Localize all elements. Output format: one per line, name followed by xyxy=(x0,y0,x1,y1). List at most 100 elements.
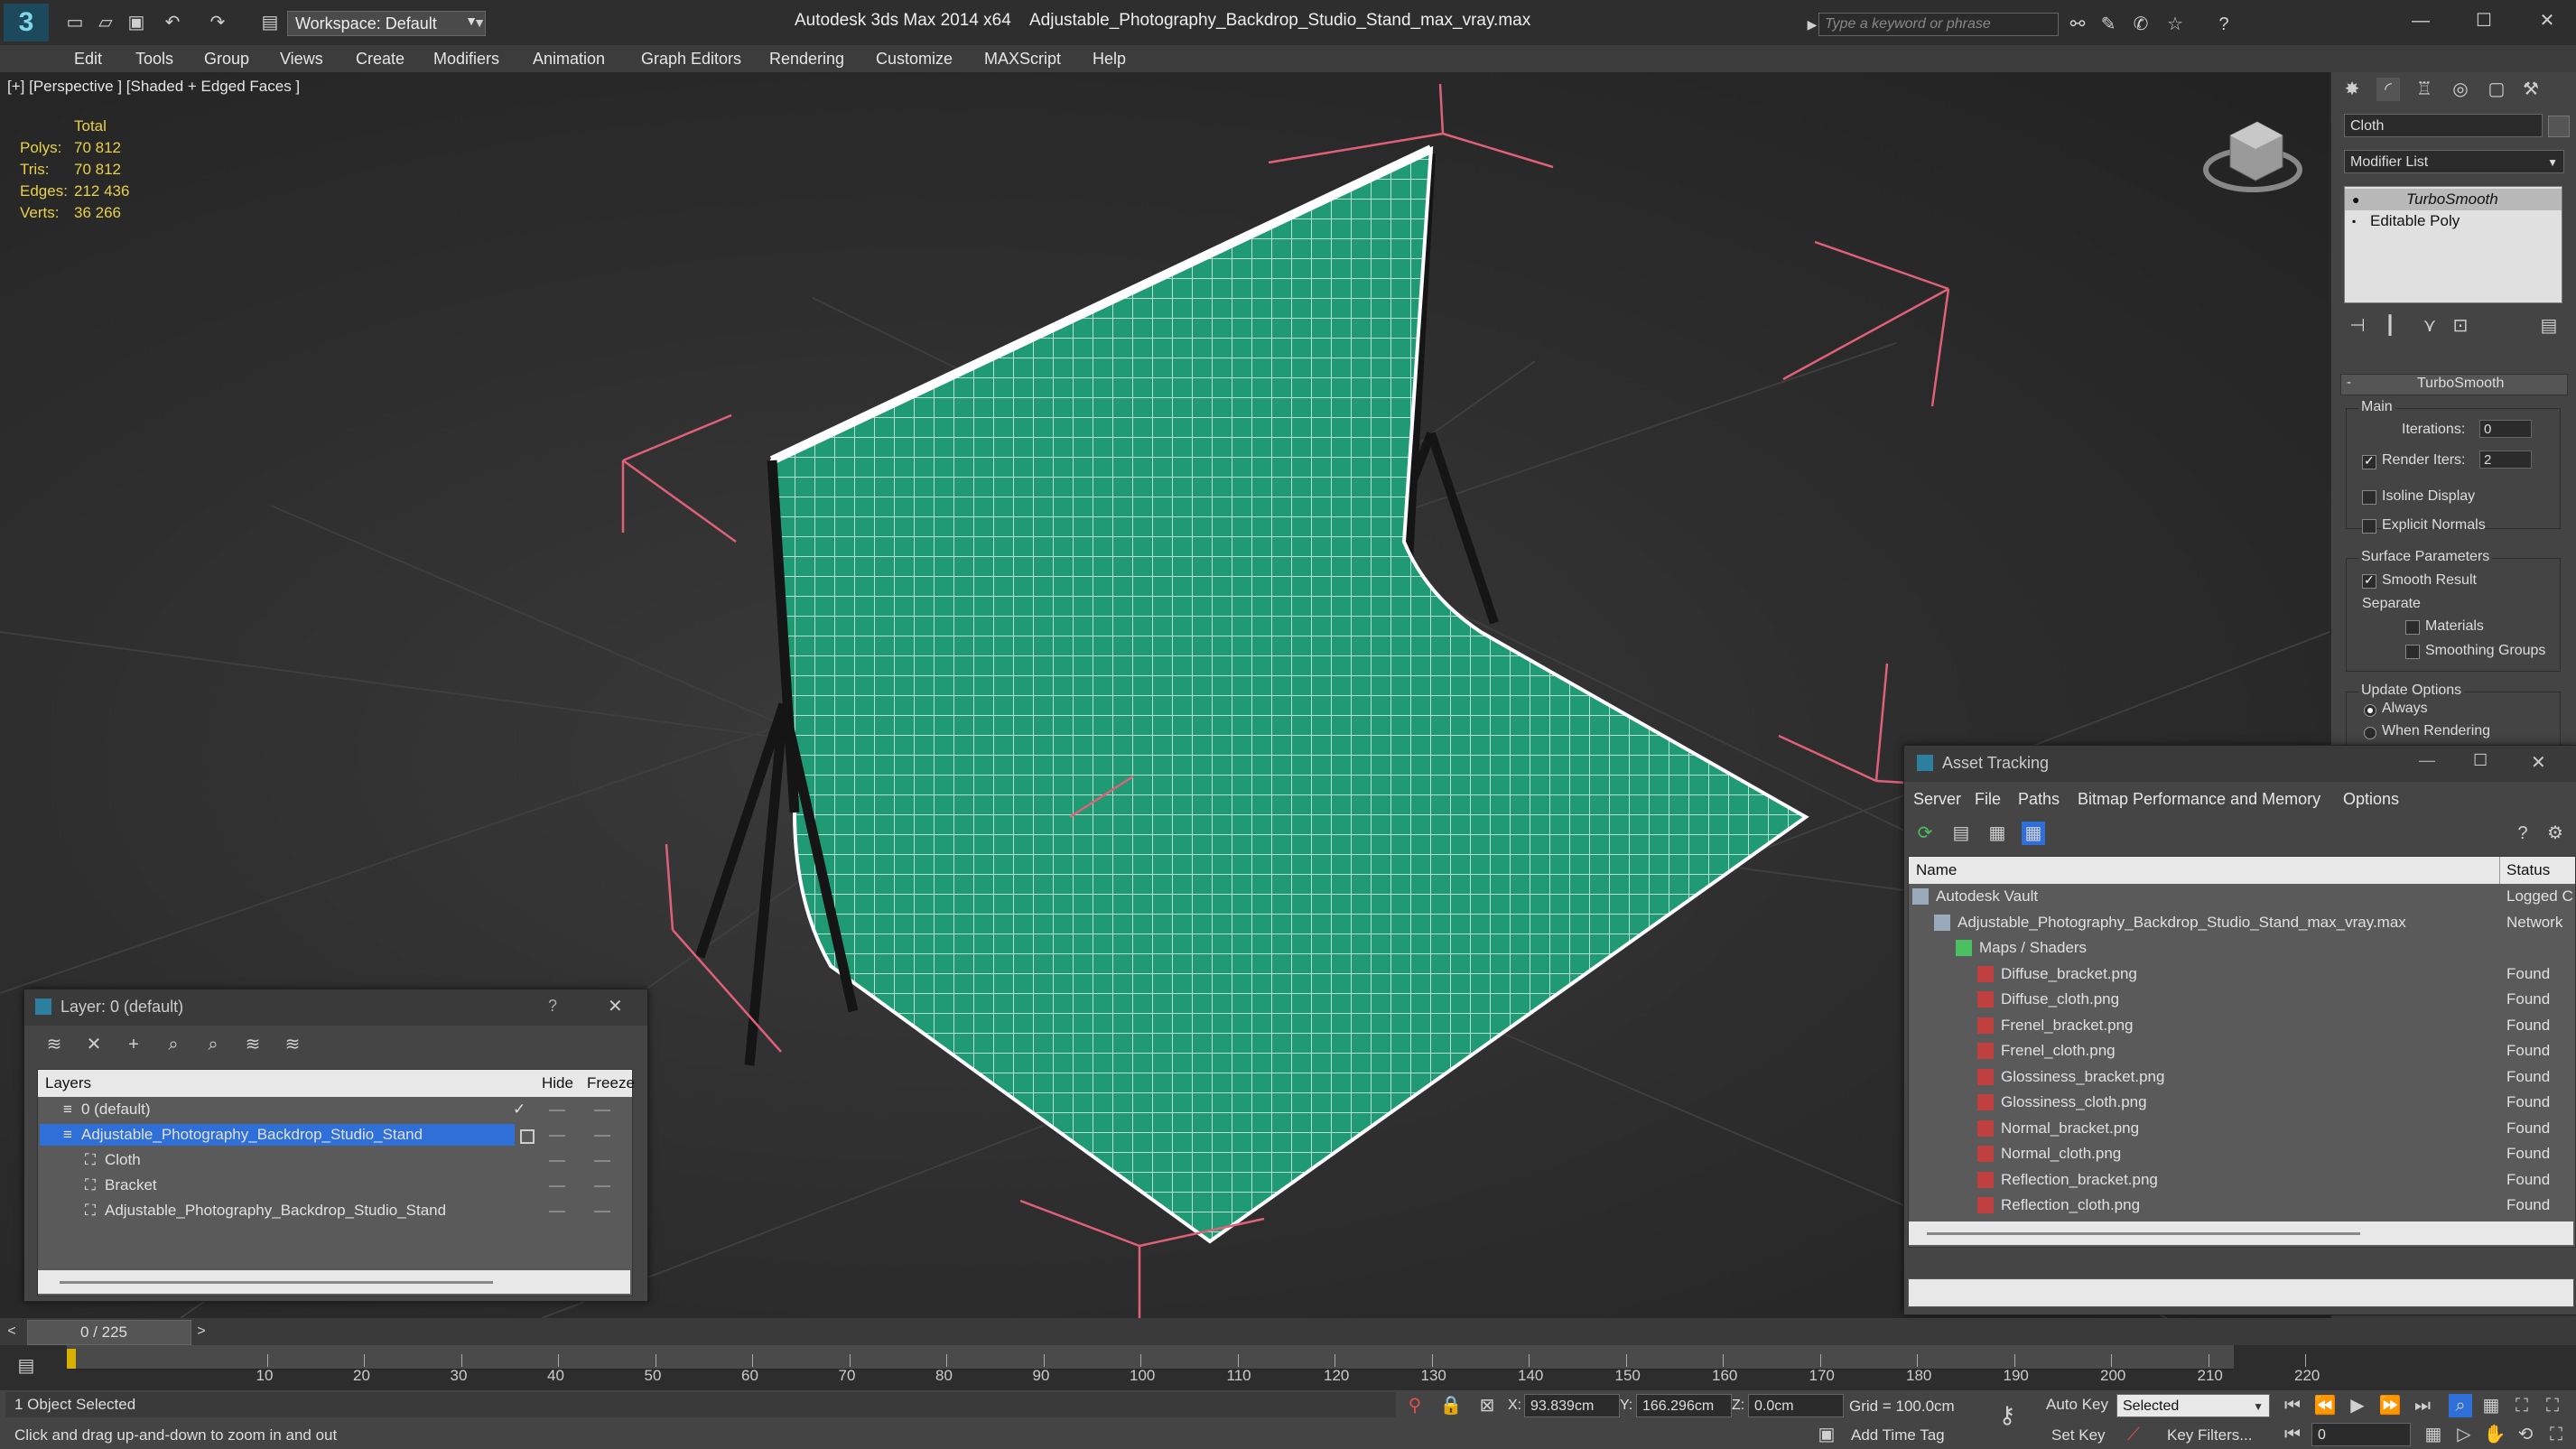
motion-tab-icon[interactable]: ◎ xyxy=(2449,78,2472,101)
name-header[interactable]: Name xyxy=(1916,861,1957,879)
layer-row[interactable]: ⛶ Adjustable_Photography_Backdrop_Studio… xyxy=(38,1198,632,1223)
asset-row[interactable]: Frenel_bracket.png Found xyxy=(1909,1013,2575,1038)
asset-row[interactable]: Adjustable_Photography_Backdrop_Studio_S… xyxy=(1909,910,2575,935)
current-frame-marker[interactable] xyxy=(67,1349,76,1369)
layer-row-selected[interactable]: ≡ Adjustable_Photography_Backdrop_Studio… xyxy=(38,1122,632,1147)
utilities-tab-icon[interactable]: ⚒ xyxy=(2519,78,2543,101)
maximize-icon[interactable]: ☐ xyxy=(2473,751,2488,770)
viewcube[interactable] xyxy=(2203,121,2302,192)
asset-row[interactable]: Maps / Shaders xyxy=(1909,935,2575,961)
project-folder-icon[interactable]: ▤ xyxy=(258,11,282,34)
asset-window-titlebar[interactable]: Asset Tracking — ☐ ✕ xyxy=(1904,746,2576,782)
go-to-end-icon[interactable]: ⏭ xyxy=(2411,1394,2434,1417)
select-objects-icon[interactable]: ⌕ xyxy=(162,1033,185,1056)
zoom-extents-all-icon[interactable]: ⛶ xyxy=(2541,1394,2564,1417)
create-tab-icon[interactable]: ✸ xyxy=(2340,78,2364,101)
when-rendering-radio[interactable] xyxy=(2364,727,2376,739)
set-key-button[interactable]: Set Key xyxy=(2051,1426,2106,1444)
asset-row[interactable]: Frenel_cloth.png Found xyxy=(1909,1038,2575,1064)
auto-key-button[interactable]: Auto Key xyxy=(2046,1396,2108,1414)
z-coordinate-field[interactable]: 0.0cm xyxy=(1748,1394,1844,1417)
hierarchy-tab-icon[interactable]: ♖ xyxy=(2413,78,2436,101)
menu-group[interactable]: Group xyxy=(204,45,249,72)
asset-path-field[interactable] xyxy=(1908,1278,2574,1307)
menu-modifiers[interactable]: Modifiers xyxy=(433,45,499,72)
go-to-start-icon[interactable]: ⏮ xyxy=(2281,1394,2304,1417)
next-frame-button-icon[interactable]: ⏩ xyxy=(2378,1394,2402,1417)
remove-modifier-icon[interactable]: ⊡ xyxy=(2449,314,2472,338)
set-key-mode-icon[interactable]: ⚷ xyxy=(1995,1403,2019,1426)
asset-menu-options[interactable]: Options xyxy=(2343,785,2399,813)
help-icon[interactable]: ? xyxy=(2212,13,2236,36)
undo-icon[interactable]: ↶ xyxy=(161,11,184,34)
time-slider[interactable]: < 0 / 225 > xyxy=(0,1318,2576,1345)
track-ruler[interactable] xyxy=(67,1345,2234,1370)
table-view-icon[interactable]: ▦ xyxy=(2022,822,2045,845)
asset-row[interactable]: Glossiness_bracket.png Found xyxy=(1909,1064,2575,1090)
close-icon[interactable]: ✕ xyxy=(608,995,623,1017)
explicit-normals-checkbox[interactable] xyxy=(2362,519,2376,534)
subscription-icon[interactable]: ✎ xyxy=(2097,13,2120,36)
maximize-viewport-icon[interactable]: ⛶ xyxy=(2544,1423,2568,1446)
time-slider-thumb[interactable]: 0 / 225 xyxy=(27,1320,191,1345)
menu-views[interactable]: Views xyxy=(280,45,323,72)
tree-view-icon[interactable]: ▦ xyxy=(1985,822,2009,845)
asset-menu-server[interactable]: Server xyxy=(1913,785,1961,813)
asset-row[interactable]: Diffuse_bracket.png Found xyxy=(1909,961,2575,987)
asset-row[interactable]: Normal_bracket.png Found xyxy=(1909,1116,2575,1141)
create-layer-icon[interactable]: ≋ xyxy=(42,1033,66,1056)
render-iters-checkbox[interactable] xyxy=(2362,453,2376,469)
time-tag-icon[interactable]: ▣ xyxy=(1815,1423,1838,1446)
layer-row[interactable]: ⛶ Bracket xyxy=(38,1173,632,1198)
cloth-backdrop[interactable] xyxy=(769,144,1809,1244)
pan-icon[interactable]: ✋ xyxy=(2483,1423,2506,1446)
smooth-result-checkbox[interactable] xyxy=(2362,572,2376,589)
expand-icon[interactable]: ▪ xyxy=(2352,210,2356,232)
object-name-field[interactable]: Cloth xyxy=(2344,114,2543,137)
open-file-icon[interactable]: ▱ xyxy=(94,11,117,34)
app-logo-icon[interactable]: 3 xyxy=(4,4,49,42)
search-input[interactable]: Type a keyword or phrase xyxy=(1818,13,2059,36)
show-end-result-icon[interactable]: ┃ xyxy=(2378,314,2402,338)
play-icon[interactable]: ▶ xyxy=(2346,1394,2369,1417)
layer-row[interactable]: ⛶ Cloth xyxy=(38,1147,632,1173)
track-bar[interactable]: ▤ 10 20 30 40 50 60 70 80 90 100 110 120 130 140 150 16… xyxy=(0,1345,2576,1390)
modifier-list-dropdown[interactable]: Modifier List ▼ xyxy=(2344,150,2564,173)
asset-menu-bitmap-performance[interactable]: Bitmap Performance and Memory xyxy=(2078,785,2320,813)
orbit-icon[interactable]: ⟲ xyxy=(2514,1423,2537,1446)
horizontal-scrollbar[interactable] xyxy=(1909,1221,2573,1245)
absolute-mode-icon[interactable]: ⊠ xyxy=(1475,1394,1499,1417)
selection-lock-icon[interactable]: 🔒 xyxy=(1439,1394,1463,1417)
maxscript-listener-bar[interactable] xyxy=(5,1392,1396,1417)
key-icon[interactable]: ⟋ xyxy=(2122,1423,2145,1446)
x-coordinate-field[interactable]: 93.839cm xyxy=(1524,1394,1620,1417)
layers-list[interactable]: Layers Hide Freeze ≡ 0 (default) ✓ ≡ Adj… xyxy=(37,1069,635,1296)
display-tab-icon[interactable]: ▢ xyxy=(2485,78,2508,101)
asset-row[interactable]: Reflection_bracket.png Found xyxy=(1909,1167,2575,1193)
close-icon[interactable]: ✕ xyxy=(2535,9,2559,33)
stack-item-turbosmooth[interactable]: ● TurboSmooth xyxy=(2345,189,2562,210)
pin-stack-icon[interactable]: ⊣ xyxy=(2346,314,2369,338)
list-view-icon[interactable]: ▤ xyxy=(1949,822,1973,845)
asset-menu-paths[interactable]: Paths xyxy=(2018,785,2060,813)
menu-graph-editors[interactable]: Graph Editors xyxy=(641,45,741,72)
asset-menu-file[interactable]: File xyxy=(1975,785,2001,813)
maximize-icon[interactable]: ☐ xyxy=(2472,9,2496,33)
mini-curve-editor-icon[interactable]: ▤ xyxy=(14,1354,38,1378)
asset-row[interactable]: Reflection_cloth.png Found xyxy=(1909,1193,2575,1218)
iterations-spinner[interactable]: 0 xyxy=(2479,420,2532,438)
add-time-tag[interactable]: Add Time Tag xyxy=(1851,1426,1945,1444)
menu-edit[interactable]: Edit xyxy=(74,45,102,72)
delete-layer-icon[interactable]: ✕ xyxy=(82,1033,106,1056)
smoothing-groups-checkbox[interactable] xyxy=(2405,645,2420,659)
always-radio[interactable] xyxy=(2364,704,2376,717)
set-current-layer-icon[interactable]: ≋ xyxy=(241,1033,265,1056)
key-mode-icon[interactable]: ⏮ xyxy=(2281,1423,2304,1446)
asset-row[interactable]: Autodesk Vault Logged C xyxy=(1909,884,2575,909)
asset-row[interactable]: Glossiness_cloth.png Found xyxy=(1909,1090,2575,1115)
materials-checkbox[interactable] xyxy=(2405,620,2420,635)
hide-header[interactable]: Hide xyxy=(542,1074,573,1092)
y-coordinate-field[interactable]: 166.296cm xyxy=(1636,1394,1732,1417)
workspace-dropdown[interactable]: Workspace: Default ▼ xyxy=(287,11,486,36)
menu-rendering[interactable]: Rendering xyxy=(769,45,844,72)
